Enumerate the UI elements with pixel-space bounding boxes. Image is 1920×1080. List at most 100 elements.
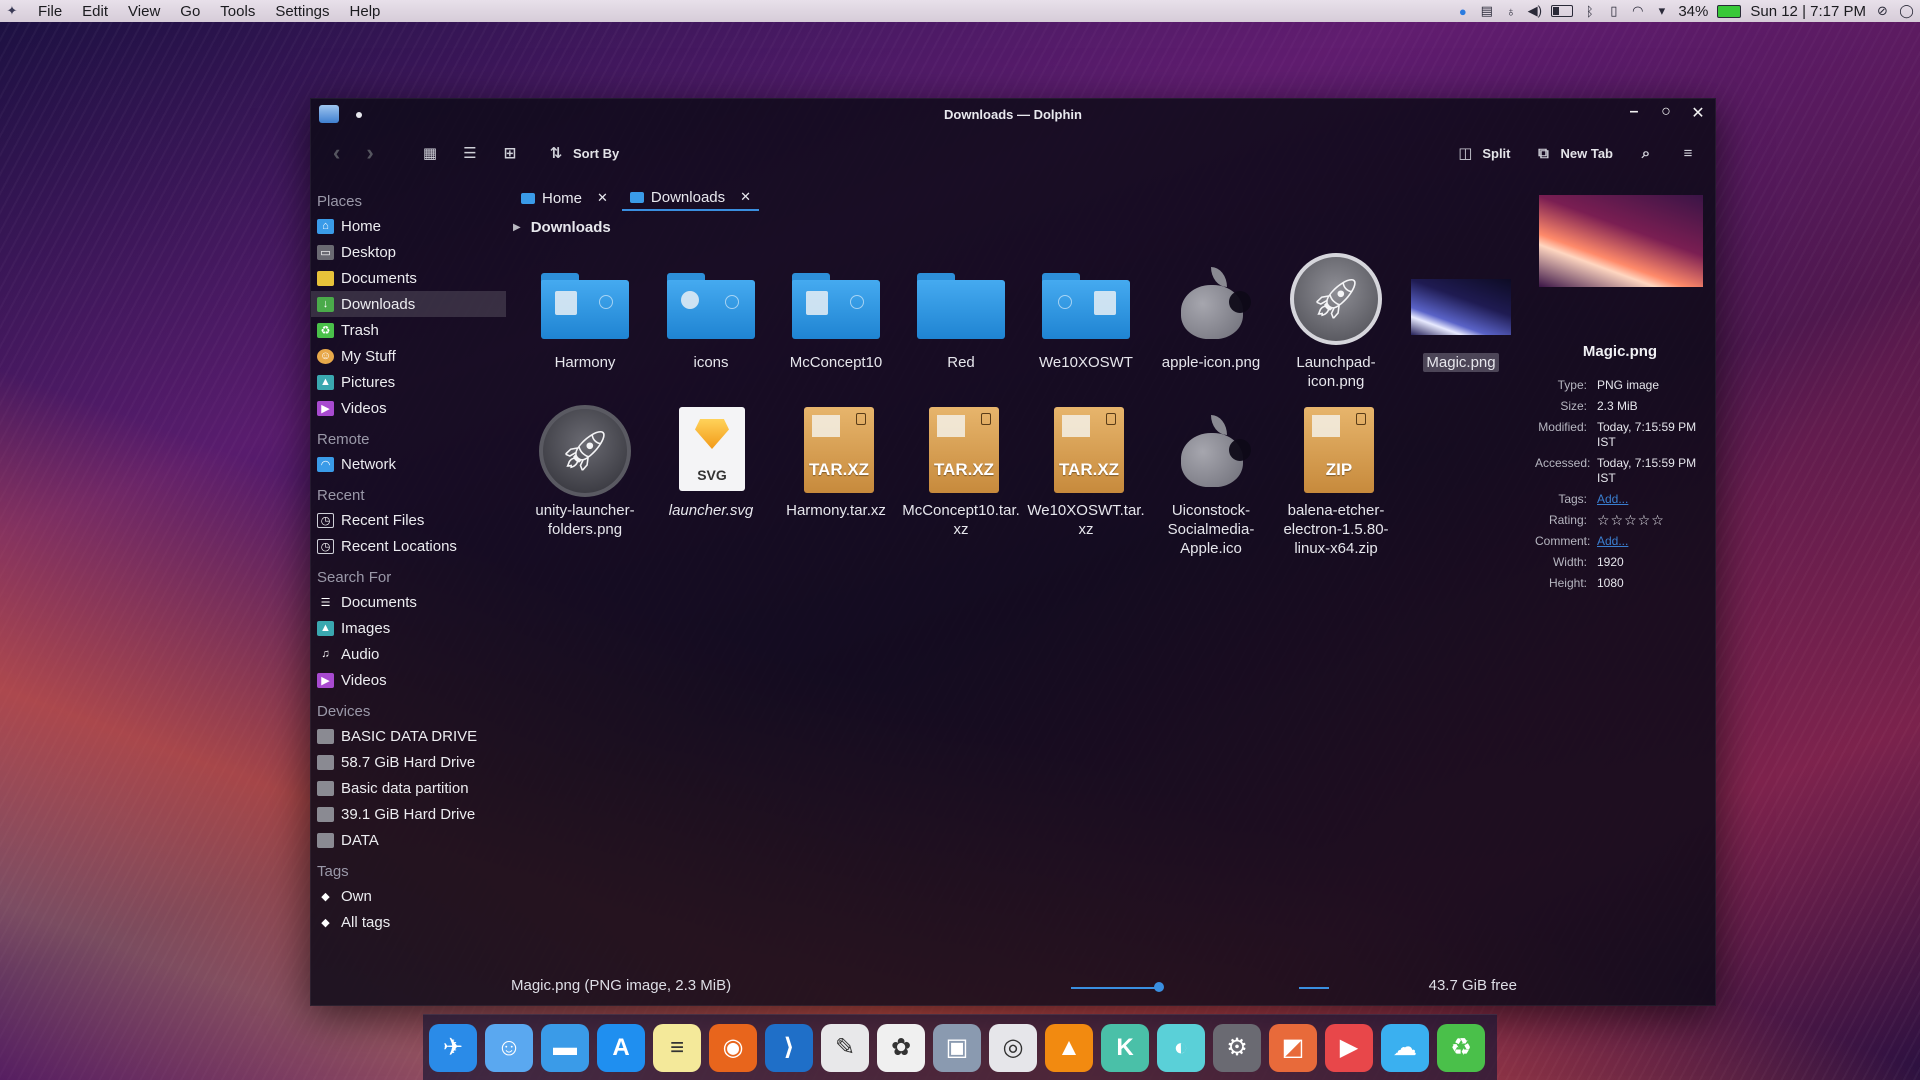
add-tags-link[interactable]: Add... xyxy=(1597,492,1705,507)
dolphin-app-icon[interactable] xyxy=(319,105,339,123)
menu-view[interactable]: View xyxy=(118,0,170,22)
file-item[interactable]: TAR.XZ We10XOSWT.tar.xz xyxy=(1024,407,1148,539)
vlc-icon[interactable]: ▲ xyxy=(1045,1023,1093,1072)
icons-view-icon[interactable]: ▦ xyxy=(421,144,439,162)
image-viewer-icon[interactable]: ▣ xyxy=(933,1023,981,1072)
sidebar-item-basic-data-drive[interactable]: BASIC DATA DRIVE xyxy=(311,723,506,749)
sidebar-item-desktop[interactable]: ▭ Desktop xyxy=(311,239,506,265)
close-icon[interactable]: ✕ xyxy=(597,190,608,206)
sidebar-item-data[interactable]: DATA xyxy=(311,827,506,853)
photos-icon[interactable]: ✿ xyxy=(877,1023,925,1072)
lightbulb-tray-icon[interactable]: ♁ xyxy=(1503,4,1518,19)
back-arrow-icon[interactable]: ‹ xyxy=(333,140,340,166)
screenshot-icon[interactable]: ◎ xyxy=(989,1023,1037,1072)
battery-icon[interactable] xyxy=(1717,4,1742,18)
sidebar-item-search-videos[interactable]: ▶ Videos xyxy=(311,667,506,693)
app-menu-icon[interactable]: ✦ xyxy=(4,3,20,19)
close-icon[interactable]: ✕ xyxy=(1689,103,1707,123)
sidebar-item-trash[interactable]: ♻ Trash xyxy=(311,317,506,343)
hamburger-menu-icon[interactable]: ≡ xyxy=(1679,144,1697,162)
file-item[interactable]: Harmony xyxy=(523,259,647,372)
file-item[interactable]: TAR.XZ Harmony.tar.xz xyxy=(774,407,898,520)
sort-by-button[interactable]: ⇅ Sort By xyxy=(547,139,620,167)
menu-file[interactable]: File xyxy=(28,0,72,22)
vscode-icon[interactable]: ⟩ xyxy=(765,1023,813,1072)
files-icon[interactable]: ▬ xyxy=(541,1023,589,1072)
kvantum-icon[interactable]: K xyxy=(1101,1023,1149,1072)
file-item[interactable]: 🚀︎ Launchpad-icon.png xyxy=(1274,253,1398,391)
close-icon[interactable]: ✕ xyxy=(740,189,751,205)
wifi-tray-icon[interactable]: ◠ xyxy=(1630,3,1645,19)
sidebar-item-home[interactable]: ⌂ Home xyxy=(311,213,506,239)
sidebar-item-all-tags[interactable]: ◆ All tags xyxy=(311,909,506,935)
sidebar-item-network[interactable]: ◠ Network xyxy=(311,451,506,477)
menu-help[interactable]: Help xyxy=(340,0,391,22)
compact-view-icon[interactable]: ☰ xyxy=(461,144,479,162)
breadcrumb-current[interactable]: Downloads xyxy=(531,219,611,236)
power-tray-icon[interactable]: ⊘ xyxy=(1875,3,1890,19)
file-item[interactable]: TAR.XZ McConcept10.tar.xz xyxy=(899,407,1023,539)
firefox-icon[interactable]: ◉ xyxy=(709,1023,757,1072)
launcher-icon[interactable]: ✈ xyxy=(429,1023,477,1072)
file-item[interactable]: SVG launcher.svg xyxy=(649,407,773,520)
clock[interactable]: Sun 12 | 7:17 PM xyxy=(1750,3,1866,20)
finder-icon[interactable]: ☺ xyxy=(485,1023,533,1072)
menu-tools[interactable]: Tools xyxy=(210,0,265,22)
zoom-slider-handle[interactable] xyxy=(1154,982,1164,992)
cloud-folder-icon[interactable]: ☁ xyxy=(1381,1023,1429,1072)
file-item-selected[interactable]: Magic.png xyxy=(1399,259,1523,372)
chevron-right-icon[interactable]: ▶ xyxy=(513,222,521,233)
phone-tray-icon[interactable]: ▯ xyxy=(1606,3,1621,19)
system-settings-icon[interactable]: ⚙ xyxy=(1213,1023,1261,1072)
file-item[interactable]: McConcept10 xyxy=(774,259,898,372)
minimize-icon[interactable]: – xyxy=(1625,103,1643,123)
sidebar-item-search-documents[interactable]: ☰ Documents xyxy=(311,589,506,615)
sidebar-item-recent-files[interactable]: ◷ Recent Files xyxy=(311,507,506,533)
sidebar-item-recent-locations[interactable]: ◷ Recent Locations xyxy=(311,533,506,559)
menu-edit[interactable]: Edit xyxy=(72,0,118,22)
text-editor-icon[interactable]: ✎ xyxy=(821,1023,869,1072)
file-item[interactable]: Red xyxy=(899,259,1023,372)
file-item[interactable]: We10XOSWT xyxy=(1024,259,1148,372)
sidebar-item-my-stuff[interactable]: ☺ My Stuff xyxy=(311,343,506,369)
window-titlebar[interactable]: Downloads — Dolphin – ○ ✕ xyxy=(311,99,1715,129)
facetime-icon[interactable]: ▶ xyxy=(1325,1023,1373,1072)
moon-icon[interactable]: ◐ xyxy=(1157,1023,1205,1072)
notifications-icon[interactable]: ◯ xyxy=(1899,3,1914,19)
zoom-slider-track[interactable] xyxy=(1071,987,1161,989)
add-comment-link[interactable]: Add... xyxy=(1597,534,1705,549)
sidebar-item-documents[interactable]: Documents xyxy=(311,265,506,291)
sidebar-item-videos[interactable]: ▶ Videos xyxy=(311,395,506,421)
app-store-icon[interactable]: A xyxy=(597,1023,645,1072)
maximize-icon[interactable]: ○ xyxy=(1657,103,1675,123)
clipboard-tray-icon[interactable]: ▤ xyxy=(1479,3,1494,19)
battery-small-icon[interactable] xyxy=(1551,5,1574,17)
details-view-icon[interactable]: ⊞ xyxy=(501,144,519,162)
tab-downloads[interactable]: Downloads ✕ xyxy=(621,185,760,211)
search-icon[interactable]: ⌕ xyxy=(1637,144,1655,162)
sidebar-item-pictures[interactable]: ▲ Pictures xyxy=(311,369,506,395)
file-item[interactable]: icons xyxy=(649,259,773,372)
sidebar-item-tag-own[interactable]: ◆ Own xyxy=(311,883,506,909)
chevron-down-icon[interactable]: ▾ xyxy=(1654,3,1669,19)
notes-icon[interactable]: ≡ xyxy=(653,1023,701,1072)
sidebar-item-search-audio[interactable]: ♫ Audio xyxy=(311,641,506,667)
file-item[interactable]: 🚀︎ unity-launcher-folders.png xyxy=(523,405,647,539)
forward-arrow-icon[interactable]: › xyxy=(366,140,373,166)
volume-tray-icon[interactable]: ◀) xyxy=(1527,3,1542,19)
bluetooth-tray-icon[interactable]: ᛒ xyxy=(1582,4,1597,19)
file-item[interactable]: ZIP balena-etcher-electron-1.5.80-linux-… xyxy=(1274,407,1398,558)
browser-tray-icon[interactable]: ● xyxy=(1455,4,1470,19)
split-button[interactable]: ◫ Split xyxy=(1456,139,1510,167)
breadcrumb[interactable]: ▶ Downloads xyxy=(513,219,611,236)
sidebar-item-search-images[interactable]: ▲ Images xyxy=(311,615,506,641)
rating-stars[interactable]: ☆☆☆☆☆ xyxy=(1597,513,1705,528)
file-item[interactable]: Uiconstock-Socialmedia-Apple.ico xyxy=(1149,407,1273,558)
file-item[interactable]: apple-icon.png xyxy=(1149,259,1273,372)
menu-settings[interactable]: Settings xyxy=(265,0,339,22)
sidebar-item-downloads[interactable]: ↓ Downloads xyxy=(311,291,506,317)
sidebar-item-39gib-drive[interactable]: 39.1 GiB Hard Drive xyxy=(311,801,506,827)
new-tab-button[interactable]: ⧉ New Tab xyxy=(1535,139,1613,167)
pin-icon[interactable] xyxy=(356,112,362,118)
sidebar-item-58gib-drive[interactable]: 58.7 GiB Hard Drive xyxy=(311,749,506,775)
